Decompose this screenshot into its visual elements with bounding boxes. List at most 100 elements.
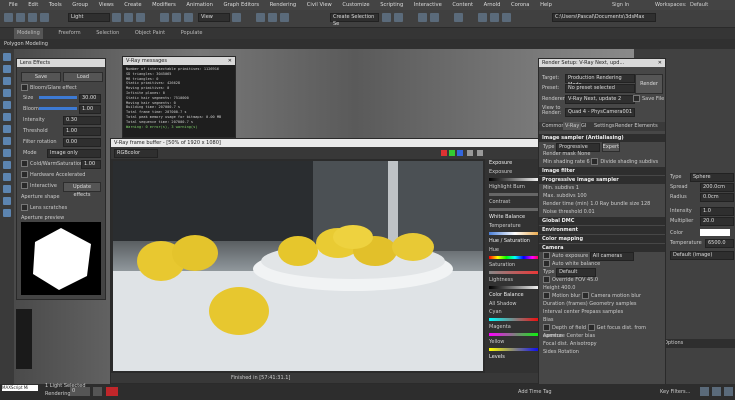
motion-icon[interactable] — [3, 89, 11, 97]
display-icon[interactable] — [3, 101, 11, 109]
scale-icon[interactable] — [184, 13, 193, 22]
angle-snap-icon[interactable] — [268, 13, 277, 22]
frame-spinner[interactable]: 0 — [70, 387, 90, 396]
dof-checkbox[interactable]: Depth of field — [552, 325, 586, 331]
region-select-icon[interactable] — [136, 13, 145, 22]
orbit-icon[interactable] — [724, 387, 733, 396]
menu-graph-editors[interactable]: Graph Editors — [223, 0, 259, 10]
menu-scripting[interactable]: Scripting — [380, 0, 403, 10]
link-icon[interactable] — [28, 13, 37, 22]
modify-icon[interactable] — [3, 65, 11, 73]
menu-customize[interactable]: Customize — [342, 0, 369, 10]
temperature-slider[interactable] — [489, 232, 541, 235]
min-subdivs-field[interactable]: 1 — [576, 185, 579, 191]
auto-exposure-checkbox[interactable]: Auto exposure — [552, 253, 588, 259]
utilities-icon[interactable] — [3, 113, 11, 121]
menu-edit[interactable]: Edit — [28, 0, 38, 10]
progressive-sampler-rollout[interactable]: Progressive image sampler — [539, 176, 665, 184]
ribbon-tab-freeform[interactable]: Freeform — [58, 28, 80, 39]
default-image-dropdown[interactable]: Default (image) — [670, 251, 734, 260]
select-icon[interactable] — [112, 13, 121, 22]
tab-vray[interactable]: V-Ray — [563, 122, 582, 130]
view-to-render-dropdown[interactable]: Quad 4 - PhysCamera001 — [565, 108, 635, 117]
reference-coord-dropdown[interactable]: View — [198, 13, 230, 22]
image-sampler-rollout[interactable]: Image sampler (Antialiasing) — [539, 134, 665, 142]
min-shading-field[interactable]: 6 — [587, 159, 590, 165]
exposure-slider[interactable] — [489, 178, 541, 181]
pan-icon[interactable] — [712, 387, 721, 396]
color-balance-header[interactable]: Color Balance — [485, 291, 545, 300]
magenta-green-slider[interactable] — [489, 333, 541, 336]
size-slider[interactable] — [39, 96, 77, 99]
render-mask-dropdown[interactable]: None — [577, 151, 590, 157]
render-icon[interactable] — [502, 13, 511, 22]
lens-load-button[interactable]: Load — [63, 72, 103, 82]
options-rollout[interactable]: Options — [660, 339, 735, 348]
menu-corona[interactable]: Corona — [511, 0, 529, 10]
menu-animation[interactable]: Animation — [186, 0, 212, 10]
all-label[interactable]: All — [489, 301, 495, 307]
isolate-icon[interactable] — [3, 209, 11, 217]
render-time-field[interactable]: 1.0 — [590, 201, 598, 207]
maxscript-listener[interactable]: MAXScript Mi — [2, 385, 38, 391]
contrast-slider[interactable] — [489, 208, 541, 211]
highlight-burn-slider[interactable] — [489, 193, 541, 196]
bloom-glare-checkbox[interactable]: Bloom/Glare effect — [21, 84, 77, 92]
save-file-checkbox[interactable]: Save File — [633, 95, 664, 103]
close-icon[interactable]: ✕ — [658, 59, 662, 67]
key-filters-button[interactable]: Key Filters... — [660, 388, 690, 396]
menu-create[interactable]: Create — [124, 0, 141, 10]
camera-motion-blur-checkbox[interactable]: Camera motion blur — [591, 293, 641, 299]
yellow-blue-slider[interactable] — [489, 348, 541, 351]
bloom-slider[interactable] — [39, 107, 77, 110]
global-dmc-rollout[interactable]: Global DMC — [539, 217, 665, 225]
viewport-layout-icon[interactable] — [93, 387, 102, 396]
white-balance-header[interactable]: White Balance — [485, 213, 545, 222]
auto-wb-checkbox[interactable]: Auto white balance — [552, 261, 600, 267]
workspaces-dropdown[interactable]: Default — [690, 0, 708, 10]
filter-rotation-field[interactable]: 0.00 — [63, 138, 101, 147]
intensity-field[interactable]: 0.30 — [63, 116, 101, 125]
menu-views[interactable]: Views — [99, 0, 114, 10]
undo-icon[interactable] — [4, 13, 13, 22]
saturation-slider[interactable] — [489, 271, 541, 274]
target-dropdown[interactable]: Production Rendering Mode — [565, 74, 635, 88]
camera-rollout[interactable]: Camera — [539, 244, 665, 252]
save-image-icon[interactable] — [467, 150, 473, 156]
mode-dropdown[interactable]: Image only — [47, 149, 101, 158]
pivot-icon[interactable] — [232, 13, 241, 22]
preset-dropdown[interactable]: No preset selected — [565, 84, 635, 93]
temperature-field[interactable]: 6500.0 — [705, 239, 734, 248]
max-subdivs-field[interactable]: 100 — [577, 193, 587, 199]
rotate-icon[interactable] — [172, 13, 181, 22]
lens-scratches-checkbox[interactable]: Lens scratches — [21, 204, 67, 212]
menu-help[interactable]: Help — [540, 0, 552, 10]
light-type-dropdown[interactable]: Sphere — [690, 173, 734, 182]
image-filter-rollout[interactable]: Image filter — [539, 167, 665, 175]
saturation-field[interactable]: 1.00 — [81, 160, 101, 169]
menu-file[interactable]: File — [9, 0, 18, 10]
menu-civil-view[interactable]: Civil View — [307, 0, 332, 10]
menu-tools[interactable]: Tools — [49, 0, 62, 10]
mirror-icon[interactable] — [382, 13, 391, 22]
size-field[interactable]: 30.00 — [79, 94, 101, 103]
tab-gi[interactable]: GI — [581, 122, 586, 130]
intensity-field[interactable]: 1.0 — [700, 207, 734, 216]
redo-icon[interactable] — [16, 13, 25, 22]
bloom-field[interactable]: 1.00 — [79, 105, 101, 114]
menu-content[interactable]: Content — [452, 0, 473, 10]
render-setup-icon[interactable] — [478, 13, 487, 22]
ray-bundle-field[interactable]: 128 — [641, 201, 651, 207]
hue-saturation-header[interactable]: Hue / Saturation — [485, 237, 545, 246]
snap-icon[interactable] — [256, 13, 265, 22]
ribbon-tab-object-paint[interactable]: Object Paint — [135, 28, 165, 39]
project-path-field[interactable]: C:\Users\Pascal\Documents\3dsMax — [552, 13, 656, 22]
curve-editor-icon[interactable] — [430, 13, 439, 22]
height-field[interactable]: 400.0 — [561, 285, 575, 291]
camera-icon[interactable] — [3, 137, 11, 145]
layer-icon[interactable] — [418, 13, 427, 22]
environment-rollout[interactable]: Environment — [539, 226, 665, 234]
hierarchy-icon[interactable] — [3, 77, 11, 85]
helper-icon[interactable] — [3, 149, 11, 157]
cold-warm-checkbox[interactable]: Cold/Warm — [21, 160, 57, 168]
